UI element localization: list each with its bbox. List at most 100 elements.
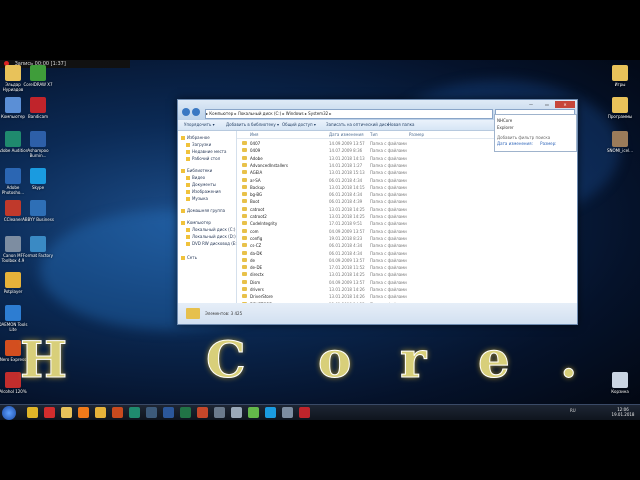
column-name[interactable]: Имя <box>250 131 258 138</box>
new-folder-button[interactable]: Новая папка <box>388 120 415 130</box>
calculator-icon[interactable] <box>214 407 225 418</box>
desktop-icon[interactable]: SNOMI_icel... <box>603 131 637 153</box>
start-button[interactable] <box>2 406 16 420</box>
file-row[interactable]: config 19.01.2018 8:23 Папка с файлами <box>237 235 577 242</box>
file-date: 13.01.2018 14:15 <box>329 184 365 190</box>
file-row[interactable]: da-DK 06.01.2018 4:34 Папка с файлами <box>237 250 577 257</box>
column-type[interactable]: Тип <box>370 131 378 138</box>
minimize-button[interactable]: — <box>523 101 539 108</box>
address-bar[interactable]: ▸ Компьютер ▸ Локальный диск (C:) ▸ Wind… <box>205 109 493 119</box>
language-indicator[interactable]: RU <box>570 408 576 413</box>
file-row[interactable]: Adobe 13.01.2018 14:13 Папка с файлами <box>237 155 577 162</box>
filter-date-modified[interactable]: Дата изменения: <box>497 141 533 146</box>
nav-item[interactable]: Рабочий стол <box>186 156 220 161</box>
file-row[interactable]: AdvancedInstallers 14.01.2018 1:27 Папка с… <box>237 162 577 169</box>
file-row[interactable]: CodeIntegrity 17.01.2018 9:51 Папка с файл… <box>237 220 577 227</box>
file-type: Папка с файлами <box>370 214 407 219</box>
burn-button[interactable]: Записать на оптический диск <box>326 120 389 130</box>
nav-item[interactable]: Музыка <box>186 196 208 201</box>
desktop-icon[interactable]: Skype <box>21 168 55 190</box>
column-date[interactable]: Дата изменения <box>329 131 364 138</box>
close-button[interactable]: ✕ <box>555 101 575 108</box>
desktop-icon[interactable]: CorelDRAW X7 <box>21 65 55 87</box>
utorrent-icon[interactable] <box>248 407 259 418</box>
nav-item[interactable]: Сеть <box>181 255 197 260</box>
clock[interactable]: 12:06 19.01.2018 <box>608 407 638 417</box>
search-history-item[interactable]: Explorer <box>497 125 514 130</box>
nav-item[interactable]: Компьютер <box>181 220 211 225</box>
organize-button[interactable]: Упорядочить ▾ <box>184 120 215 130</box>
file-row[interactable]: cs-CZ 06.01.2018 4:34 Папка с файлами <box>237 242 577 249</box>
share-button[interactable]: Общий доступ ▾ <box>282 120 316 130</box>
excel-icon[interactable] <box>180 407 191 418</box>
nav-item-label: Музыка <box>192 196 208 201</box>
explorer-folder-icon[interactable] <box>61 407 72 418</box>
potplayer-icon[interactable] <box>95 407 106 418</box>
file-type: Папка с файлами <box>370 206 407 212</box>
file-row[interactable]: catroot 13.01.2018 14:25 Папка с файлами <box>237 206 577 213</box>
bandicam-icon[interactable] <box>299 407 310 418</box>
steam-icon[interactable] <box>146 407 157 418</box>
image-file-icon <box>612 131 628 147</box>
nav-item[interactable]: Библиотеки <box>181 168 212 173</box>
nav-item[interactable]: Изображения <box>186 189 221 194</box>
nav-item[interactable]: Видео <box>186 175 205 180</box>
desktop-icon[interactable]: ABBYY Business <box>21 200 55 222</box>
nav-item[interactable]: DVD RW дисковод (E:) <box>186 241 238 246</box>
desktop-icon[interactable]: Format Factory <box>21 236 55 258</box>
file-row[interactable]: bg-BG 06.01.2018 4:34 Папка с файлами <box>237 191 577 198</box>
desktop-icon[interactable]: Ashampoo Burnin... <box>21 131 55 158</box>
search-dropdown[interactable]: NHCore Explorer Добавить фильтр поиска Д… <box>494 114 577 152</box>
add-to-library-button[interactable]: Добавить в библиотеку ▾ <box>226 120 279 130</box>
file-row[interactable]: de-DE 17.01.2018 11:52 Папка с файлами <box>237 264 577 271</box>
file-row[interactable]: AGEIA 13.01.2018 15:13 Папка с файлами <box>237 169 577 176</box>
powerpoint-icon[interactable] <box>197 407 208 418</box>
desktop-icon[interactable]: DAEMON Tools Lite <box>0 305 30 332</box>
desktop-icon[interactable]: Potplayer <box>0 272 30 294</box>
folder-icon <box>242 272 247 277</box>
search-history-item[interactable]: NHCore <box>497 118 512 123</box>
audition-icon[interactable] <box>129 407 140 418</box>
avast-icon[interactable] <box>78 407 89 418</box>
media-icon[interactable] <box>112 407 123 418</box>
desktop-icon[interactable]: Bandicam <box>21 97 55 119</box>
maximize-button[interactable]: ▭ <box>539 101 555 108</box>
desktop-icon[interactable]: Игры <box>603 65 637 87</box>
nav-item[interactable]: Недавние места <box>186 149 226 154</box>
programs-folder-icon <box>612 97 628 113</box>
file-row[interactable]: DriverStore 13.01.2018 14:26 Папка с файла… <box>237 293 577 300</box>
file-type: Папка с файлами <box>370 155 407 161</box>
word-icon[interactable] <box>163 407 174 418</box>
column-size[interactable]: Размер <box>409 131 424 138</box>
file-row[interactable]: Dism 04.09.2009 13:57 Папка с файлами <box>237 279 577 286</box>
file-type: Папка с файлами <box>370 184 407 190</box>
desktop-icon[interactable]: Программы <box>603 97 637 119</box>
nav-item[interactable]: Домашняя группа <box>181 208 225 213</box>
nav-item[interactable]: Локальный диск (D:) <box>186 234 236 239</box>
file-row[interactable]: directx 13.01.2018 14:25 Папка с файлами <box>237 271 577 278</box>
folder-icon <box>242 192 247 197</box>
file-row[interactable]: catroot2 13.01.2018 14:25 Папка с файлами <box>237 213 577 220</box>
nav-item[interactable]: Локальный диск (C:) <box>186 227 235 232</box>
skype-icon[interactable] <box>265 407 276 418</box>
nav-item[interactable]: Загрузки <box>186 142 211 147</box>
nav-item[interactable]: Документы <box>186 182 216 187</box>
file-row[interactable]: ar-SA 06.01.2018 4:34 Папка с файлами <box>237 177 577 184</box>
yandex-icon[interactable] <box>44 407 55 418</box>
settings-icon[interactable] <box>282 407 293 418</box>
folder-icon <box>242 184 247 189</box>
overlay-letter: r <box>399 330 427 390</box>
filter-size[interactable]: Размер: <box>540 141 556 146</box>
forward-icon[interactable] <box>192 108 200 116</box>
notepad-icon[interactable] <box>231 407 242 418</box>
file-row[interactable]: drivers 13.01.2018 14:26 Папка с файлами <box>237 286 577 293</box>
network-icon <box>181 256 185 260</box>
file-row[interactable]: de 04.09.2009 13:57 Папка с файлами <box>237 257 577 264</box>
file-row[interactable]: Backup 13.01.2018 14:15 Папка с файлами <box>237 184 577 191</box>
back-icon[interactable] <box>182 108 190 116</box>
file-name: bg-BG <box>250 192 263 198</box>
file-row[interactable]: com 04.09.2009 13:57 Папка с файлами <box>237 228 577 235</box>
chrome-icon[interactable] <box>27 407 38 418</box>
file-row[interactable]: Boot 06.01.2018 4:39 Папка с файлами <box>237 198 577 205</box>
nav-item[interactable]: Избранное <box>181 135 210 140</box>
